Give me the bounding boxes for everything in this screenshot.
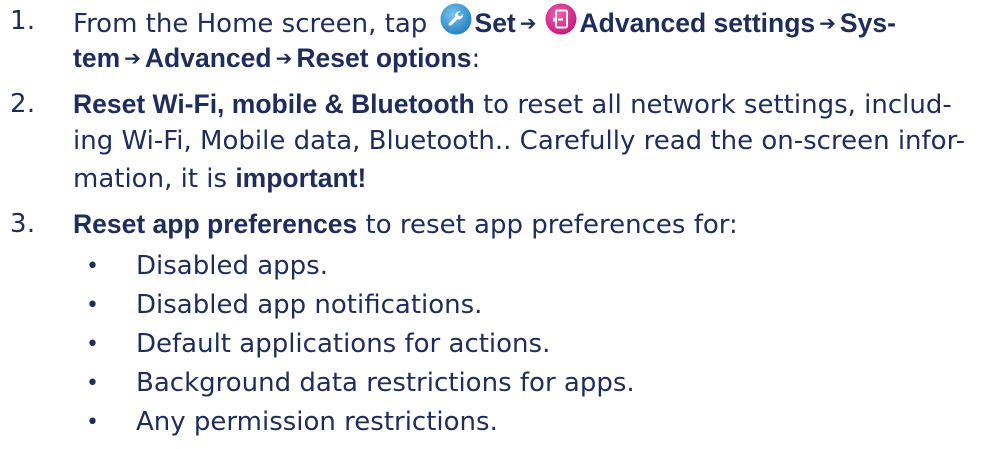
step-2-line-1-rest: to reset all network settings, includ-: [474, 90, 952, 120]
step-number: 1.: [10, 6, 36, 36]
step-3-line-1-rest: to reset app preferences for:: [357, 210, 738, 240]
arrow-icon: ➔: [519, 11, 537, 35]
list-item-text: Any permission restrictions.: [136, 407, 498, 437]
list-item: • Any permission restrictions.: [0, 404, 985, 441]
step-3-line-1: Reset app preferences to reset app prefe…: [73, 206, 973, 243]
step-2-line-1: Reset Wi-Fi, mobile & Bluetooth to reset…: [73, 86, 973, 123]
step-1-prefix: From the Home screen, tap: [73, 9, 436, 39]
wrench-icon: [440, 3, 472, 35]
step-1-line-2: tem ➔ Advanced ➔ Reset options:: [73, 40, 973, 77]
step-number: 2.: [10, 89, 36, 119]
step-text: Reset Wi-Fi, mobile & Bluetooth to reset…: [73, 86, 973, 197]
list-item-text: Disabled apps.: [136, 251, 328, 281]
list-item-text: Disabled app notifications.: [136, 290, 483, 320]
step-2-line-3-prefix: mation, it is: [73, 164, 236, 194]
bullet-icon: •: [86, 254, 99, 279]
bullet-icon: •: [86, 332, 99, 357]
bullet-icon: •: [86, 293, 99, 318]
arrow-icon: ➔: [275, 46, 293, 70]
step-text: From the Home screen, tap Set ➔ Advanced s…: [73, 3, 973, 77]
reset-app-preferences-label: Reset app preferences: [73, 209, 358, 239]
list-item: • Disabled apps.: [0, 248, 985, 285]
advanced-settings-label: Advanced settings: [579, 8, 816, 38]
document-page: 1. From the Home screen, tap Set ➔ Advance…: [0, 0, 985, 449]
system-label-part: Sys-: [839, 8, 896, 38]
arrow-icon: ➔: [124, 46, 141, 70]
important-label: important!: [235, 163, 367, 193]
list-item-text: Default applications for actions.: [136, 329, 551, 359]
step-1-line-1: From the Home screen, tap Set ➔ Advanced s…: [73, 3, 973, 40]
reset-network-label: Reset Wi-Fi, mobile & Bluetooth: [73, 89, 475, 119]
list-item: • Background data restrictions for apps.: [0, 365, 985, 402]
bullet-icon: •: [86, 371, 99, 396]
advanced-settings-icon: [545, 3, 577, 35]
step-1-suffix: :: [471, 44, 481, 74]
step-number: 3.: [10, 209, 36, 239]
step-2-line-3: mation, it is important!: [73, 160, 973, 197]
reset-options-label: Reset options: [296, 43, 472, 73]
list-item: • Disabled app notifications.: [0, 287, 985, 324]
bullet-icon: •: [86, 410, 99, 435]
set-label: Set: [474, 8, 516, 38]
arrow-icon: ➔: [819, 11, 836, 35]
advanced-label: Advanced: [144, 43, 272, 73]
step-2-line-2: ing Wi-Fi, Mobile data, Bluetooth.. Care…: [73, 126, 965, 156]
list-item-text: Background data restrictions for apps.: [136, 368, 635, 398]
list-item: • Default applications for actions.: [0, 326, 985, 363]
system-label-rest: tem: [73, 43, 121, 73]
step-text: Reset app preferences to reset app prefe…: [73, 206, 973, 243]
